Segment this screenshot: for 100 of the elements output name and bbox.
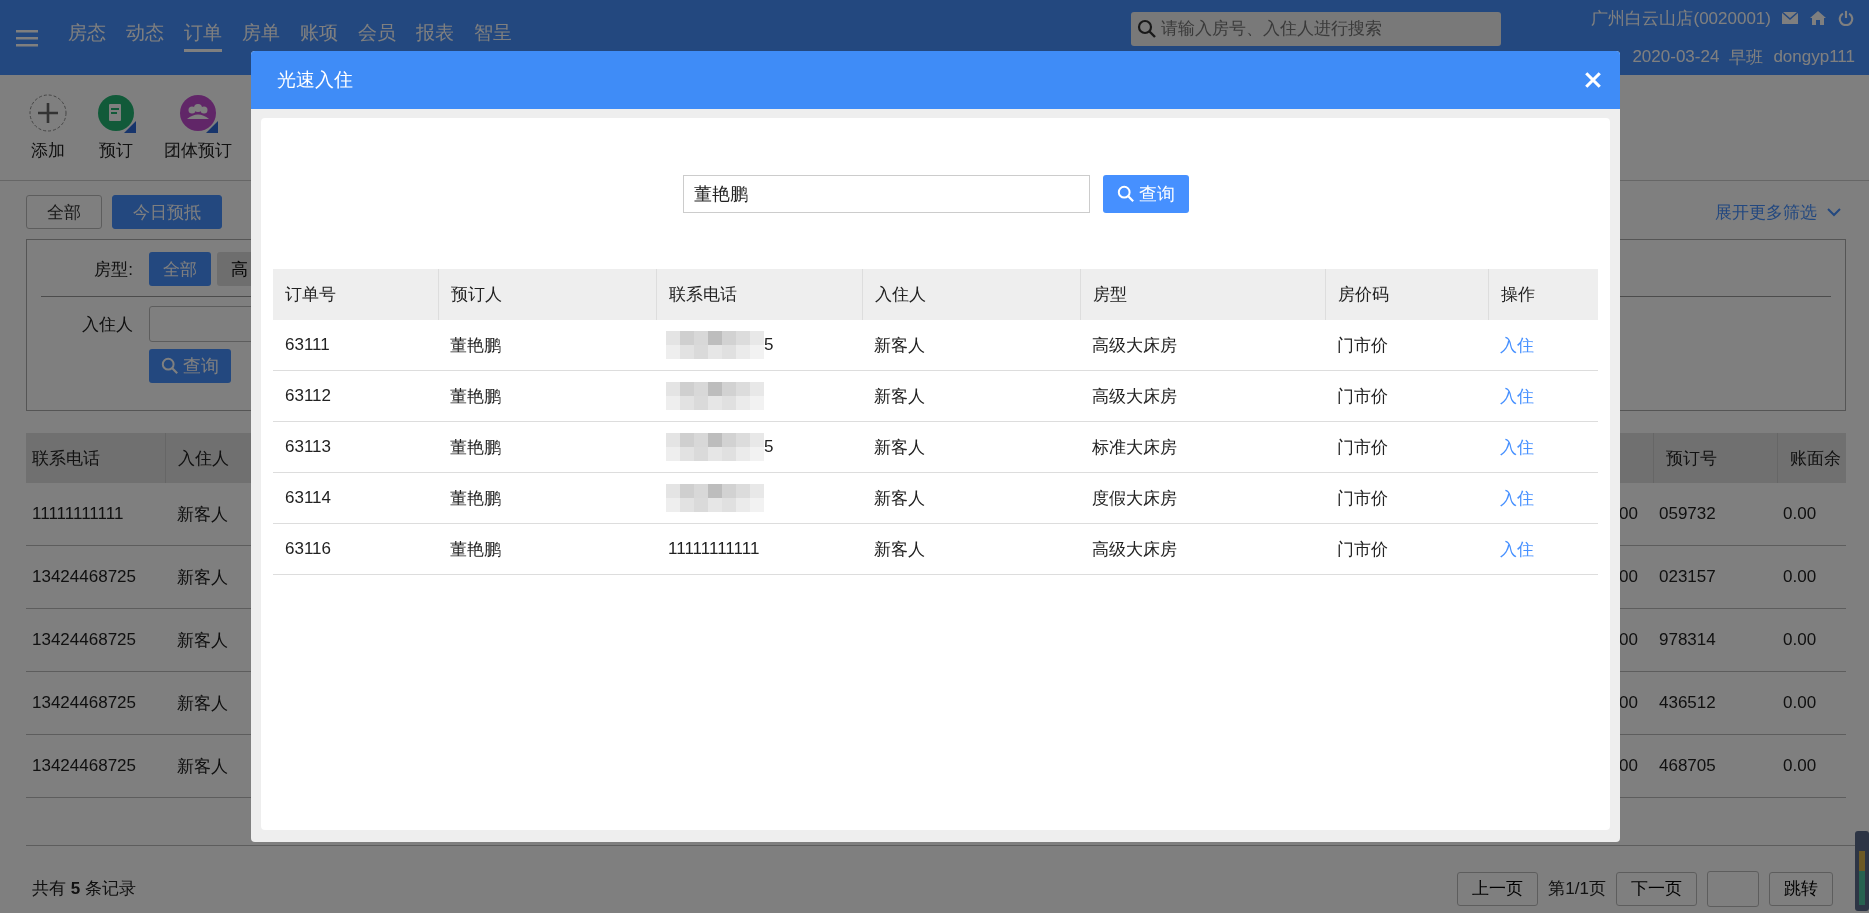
table-cell-text: 63114 [284, 488, 332, 508]
nav-tab[interactable]: 订单 [184, 20, 222, 52]
toolbar-label[interactable]: 预订 [99, 139, 133, 162]
nav-tab[interactable]: 会员 [358, 20, 396, 52]
table-cell-text: 新客人 [873, 334, 926, 357]
toolbar-label[interactable]: 团体预订 [164, 139, 232, 162]
user-name[interactable]: dongyp111 [1773, 47, 1855, 67]
check-in-link[interactable]: 入住 [1500, 386, 1534, 406]
nav-tab[interactable]: 动态 [126, 20, 164, 52]
search-icon [161, 357, 179, 375]
mail-icon[interactable] [1781, 10, 1799, 26]
more-filters-link[interactable]: 展开更多筛选 [1715, 200, 1817, 224]
table-cell-text: 0.00 [1782, 567, 1818, 587]
people-icon[interactable] [178, 93, 218, 133]
table-cell: 11111111111 [668, 539, 760, 559]
table-cell-text: 00 [1618, 693, 1639, 713]
page-indicator: 第1/1页 [1548, 878, 1606, 900]
table-cell-text: 13424468725 [31, 630, 137, 650]
power-icon[interactable] [1837, 10, 1855, 26]
column-header: 预订人 [438, 269, 656, 320]
table-cell-text: 新客人 [873, 436, 926, 459]
table-cell-text: 门市价 [1336, 334, 1389, 357]
table-cell-text: 高级大床房 [1091, 385, 1178, 408]
search-button[interactable]: 查询 [1102, 175, 1189, 213]
column-header: 操作 [1488, 269, 1598, 320]
table-cell-text: 13424468725 [31, 693, 137, 713]
check-in-link[interactable]: 入住 [1500, 335, 1534, 355]
table-cell-text: 00 [1618, 504, 1639, 524]
business-date: 2020-03-24 [1632, 47, 1720, 67]
table-cell-text: 059732 [1658, 504, 1717, 524]
table-cell-text: 标准大床房 [1091, 436, 1178, 459]
column-header: 入住人 [862, 269, 1080, 320]
table-cell-text: 63112 [284, 386, 332, 406]
search-icon [1137, 18, 1158, 39]
prev-page-button[interactable]: 上一页 [1457, 871, 1539, 906]
table-cell-text: 13424468725 [31, 756, 137, 776]
column-header: 预订号 [1653, 433, 1777, 483]
name-field[interactable]: 董艳鹏 [682, 175, 1090, 213]
table-cell-text: 新客人 [176, 503, 229, 526]
plus-icon[interactable] [28, 93, 68, 133]
document-icon[interactable] [96, 93, 136, 133]
shift-label: 早班 [1729, 46, 1764, 69]
nav-tab[interactable]: 房单 [242, 20, 280, 52]
room-type-chip[interactable]: 全部 [149, 252, 211, 286]
table-cell-text: 新客人 [176, 692, 229, 715]
table-cell-text: 新客人 [176, 629, 229, 652]
store-name: 广州白云山店(0020001) [1591, 7, 1771, 30]
filter-button[interactable]: 全部 [26, 195, 102, 229]
table-cell-text: 00 [1618, 630, 1639, 650]
room-type-label: 房型: [93, 258, 134, 281]
table-cell-text: 0.00 [1782, 630, 1818, 650]
filter-button[interactable]: 今日预抵 [112, 195, 222, 229]
table-cell-text: 董艳鹏 [449, 436, 502, 459]
nav-tab[interactable]: 智呈 [474, 20, 512, 52]
check-in-link[interactable]: 入住 [1500, 437, 1534, 457]
table-cell-text: 度假大床房 [1091, 487, 1178, 510]
table-cell: 5 [764, 335, 774, 355]
table-cell-text: 新客人 [873, 385, 926, 408]
nav-tab[interactable]: 房态 [68, 20, 106, 52]
check-in-link[interactable]: 入住 [1500, 488, 1534, 508]
table-cell-text: 新客人 [176, 566, 229, 589]
search-icon [1116, 185, 1135, 203]
table-cell-text: 63111 [284, 335, 331, 355]
menu-icon[interactable] [16, 28, 38, 47]
guest-label: 入住人 [81, 313, 134, 336]
column-header: 房价码 [1325, 269, 1488, 320]
column-header: 联系电话 [656, 269, 862, 320]
table-cell-text: 63116 [284, 539, 332, 559]
next-page-button[interactable]: 下一页 [1616, 871, 1697, 906]
table-cell-text: 新客人 [873, 538, 926, 561]
table-cell-text: 董艳鹏 [449, 487, 502, 510]
record-count: 共有 5 条记录 [31, 878, 136, 900]
table-cell-text: 董艳鹏 [449, 334, 502, 357]
toolbar-label[interactable]: 添加 [31, 139, 65, 162]
check-in-link[interactable]: 入住 [1500, 539, 1534, 559]
chevron-down-icon[interactable] [1827, 207, 1841, 217]
table-cell-text: 高级大床房 [1091, 538, 1178, 561]
table-cell-text: 0.00 [1782, 504, 1818, 524]
table-cell-text: 13424468725 [31, 567, 137, 587]
table-cell-text: 门市价 [1336, 538, 1389, 561]
meter-icon [1855, 831, 1869, 911]
close-icon[interactable] [1584, 71, 1602, 89]
table-cell-text: 董艳鹏 [449, 538, 502, 561]
search-button[interactable]: 查询 [149, 349, 231, 383]
jump-button[interactable]: 跳转 [1769, 871, 1833, 906]
home-icon[interactable] [1809, 10, 1827, 26]
table-cell-text: 0.00 [1782, 756, 1818, 776]
page-input[interactable] [1707, 870, 1759, 907]
table-cell-text: 董艳鹏 [449, 385, 502, 408]
table-cell-text: 023157 [1658, 567, 1717, 587]
table-cell-text: 436512 [1658, 693, 1717, 713]
nav-tab[interactable]: 报表 [416, 20, 454, 52]
search-field[interactable]: 请输入房号、入住人进行搜索 [1131, 11, 1502, 46]
column-header: 联系电话 [31, 447, 101, 470]
table-cell-text: 00 [1618, 756, 1639, 776]
column-header: 房型 [1080, 269, 1325, 320]
nav-tab[interactable]: 账项 [300, 20, 338, 52]
table-cell-text: 新客人 [873, 487, 926, 510]
dialog-title: 光速入住 [277, 68, 353, 92]
table-cell-text: 门市价 [1336, 436, 1389, 459]
